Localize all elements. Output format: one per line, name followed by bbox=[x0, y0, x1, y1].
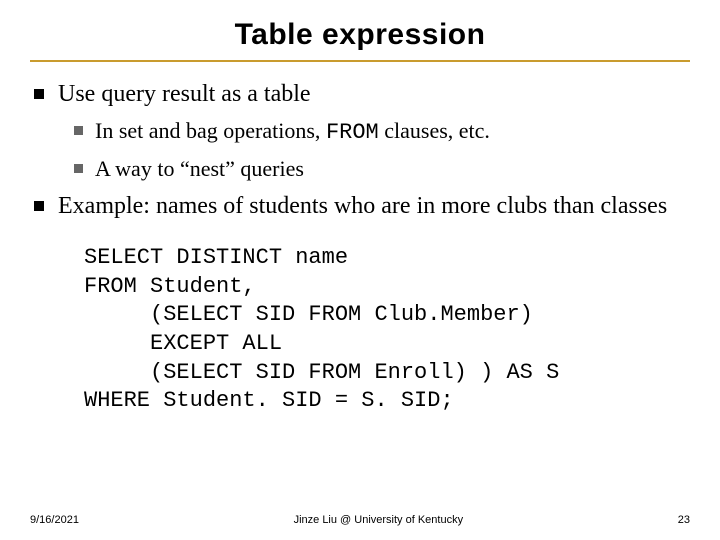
bullet-text: Example: names of students who are in mo… bbox=[58, 190, 690, 222]
sql-code-block: SELECT DISTINCT name FROM Student, (SELE… bbox=[84, 244, 690, 416]
footer-page-number: 23 bbox=[678, 514, 690, 526]
bullet-level1: Example: names of students who are in mo… bbox=[34, 190, 690, 222]
slide: Table expression Use query result as a t… bbox=[0, 0, 720, 540]
bullet-icon bbox=[74, 126, 83, 135]
bullet-level1: Use query result as a table bbox=[34, 78, 690, 110]
bullet-icon bbox=[34, 89, 44, 99]
text-fragment: clauses, etc. bbox=[379, 118, 490, 143]
footer: 9/16/2021 Jinze Liu @ University of Kent… bbox=[30, 514, 690, 526]
code-keyword: FROM bbox=[326, 120, 379, 145]
bullet-text: In set and bag operations, FROM clauses,… bbox=[95, 116, 690, 148]
bullet-text: Use query result as a table bbox=[58, 78, 690, 110]
footer-date: 9/16/2021 bbox=[30, 514, 79, 526]
text-fragment: In set and bag operations, bbox=[95, 118, 326, 143]
bullet-level2: A way to “nest” queries bbox=[74, 154, 690, 184]
page-title: Table expression bbox=[30, 18, 690, 52]
bullet-icon bbox=[74, 164, 83, 173]
title-underline bbox=[30, 60, 690, 62]
bullet-text: A way to “nest” queries bbox=[95, 154, 690, 184]
bullet-icon bbox=[34, 201, 44, 211]
bullet-level2: In set and bag operations, FROM clauses,… bbox=[74, 116, 690, 148]
bullet-list: Use query result as a table In set and b… bbox=[30, 78, 690, 222]
footer-attribution: Jinze Liu @ University of Kentucky bbox=[79, 514, 678, 526]
